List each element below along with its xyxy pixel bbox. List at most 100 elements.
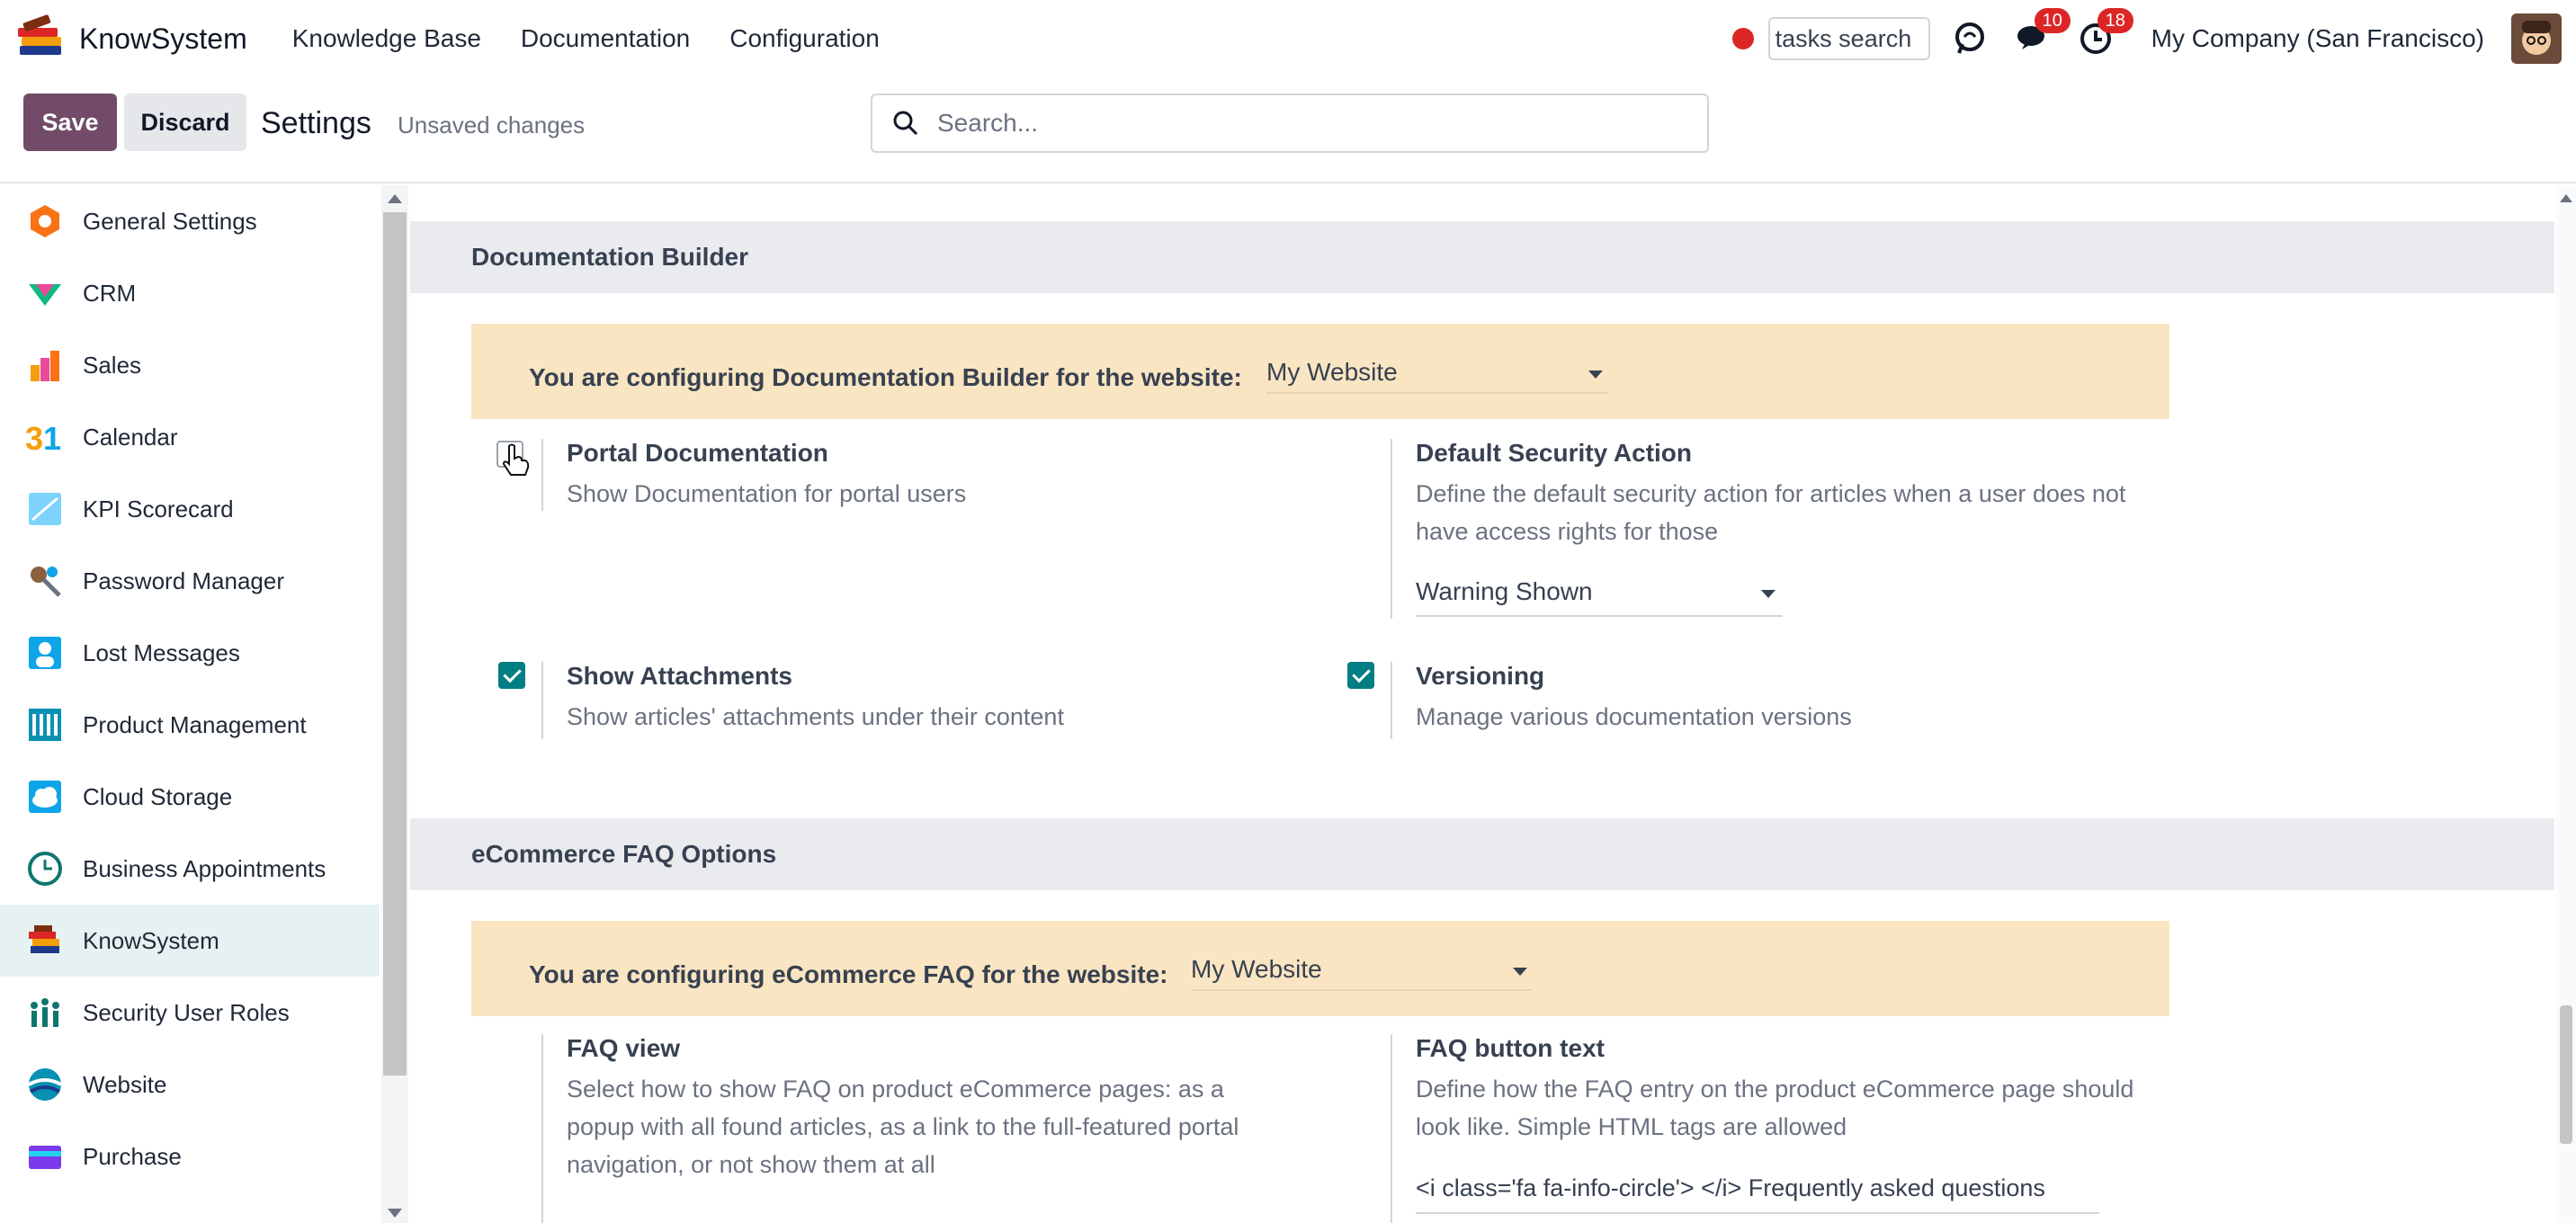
setting-versioning: Versioning Manage various documentation … — [1391, 662, 2164, 739]
menu-knowledge-base[interactable]: Knowledge Base — [292, 24, 481, 53]
setting-faq-view: FAQ view Select how to show FAQ on produ… — [541, 1034, 1288, 1223]
setting-title: Versioning — [1416, 662, 1545, 690]
faq-button-text-input[interactable]: <i class='fa fa-info-circle'> </i> Frequ… — [1416, 1174, 2099, 1214]
sidebar-item-general-settings[interactable]: General Settings — [0, 185, 380, 257]
knowsystem-logo-icon — [16, 13, 67, 64]
sidebar-item-product-management[interactable]: Product Management — [0, 689, 380, 761]
tasks-search-input[interactable] — [1767, 17, 1930, 60]
sidebar-item-label: Sales — [83, 351, 142, 379]
sidebar-item-label: KnowSystem — [83, 926, 219, 954]
recording-indicator-icon[interactable] — [1731, 28, 1754, 49]
setting-show-attachments: Show Attachments Show articles' attachme… — [541, 662, 1261, 739]
chevron-down-icon — [1513, 968, 1527, 976]
sidebar-scroll-thumb[interactable] — [383, 212, 407, 1076]
setting-title: Portal Documentation — [567, 439, 828, 467]
security-user-roles-icon — [25, 993, 65, 1032]
setting-divider — [541, 662, 543, 739]
sidebar-item-label: Business Appointments — [83, 854, 326, 882]
scroll-down-arrow-icon[interactable] — [388, 1209, 402, 1218]
section-ecommerce-faq: eCommerce FAQ Options — [410, 818, 2554, 890]
setting-divider — [541, 439, 543, 511]
sidebar-item-sales[interactable]: Sales — [0, 329, 380, 401]
brand[interactable]: KnowSystem — [16, 13, 273, 64]
password-manager-icon — [25, 561, 65, 601]
product-management-icon — [25, 705, 65, 745]
versioning-checkbox[interactable] — [1347, 662, 1374, 689]
calendar-icon: 31 — [25, 417, 65, 457]
setting-portal-documentation: Portal Documentation Show Documentation … — [541, 439, 1261, 511]
business-appointments-icon — [25, 849, 65, 888]
sidebar-item-label: General Settings — [83, 207, 257, 235]
sidebar-item-business-appointments[interactable]: Business Appointments — [0, 833, 380, 905]
sidebar-item-lost-messages[interactable]: Lost Messages — [0, 617, 380, 689]
sidebar-item-label: Cloud Storage — [83, 782, 233, 810]
website-select-value: My Website — [1191, 955, 1322, 983]
sidebar-item-label: Purchase — [83, 1142, 182, 1170]
purchase-icon — [25, 1137, 65, 1176]
website-select-value: My Website — [1266, 358, 1398, 386]
sidebar-item-kpi-scorecard[interactable]: KPI Scorecard — [0, 473, 380, 545]
sidebar-item-website[interactable]: Website — [0, 1049, 380, 1120]
settings-sidebar: General Settings CRM Sales 31 Calendar K… — [0, 185, 380, 1223]
faq-website-select[interactable]: My Website — [1191, 955, 1533, 991]
menu-documentation[interactable]: Documentation — [521, 24, 690, 53]
sidebar-item-password-manager[interactable]: Password Manager — [0, 545, 380, 617]
sidebar-item-label: Product Management — [83, 710, 307, 738]
content-scrollbar[interactable] — [2556, 185, 2576, 1223]
control-panel: Save Discard Settings Unsaved changes Se… — [0, 77, 2576, 183]
sidebar-item-label: Calendar — [83, 423, 178, 451]
sidebar-item-label: Security User Roles — [83, 998, 290, 1026]
setting-divider — [1391, 439, 1392, 619]
sidebar-item-label: Website — [83, 1070, 167, 1098]
sidebar-item-label: Lost Messages — [83, 638, 240, 666]
chevron-down-icon — [1761, 590, 1775, 598]
activities-clock-icon[interactable]: 18 — [2076, 8, 2133, 58]
sidebar-item-label: KPI Scorecard — [83, 495, 234, 522]
save-button[interactable]: Save — [23, 94, 117, 151]
setting-divider — [1391, 1034, 1392, 1223]
page-title: Settings — [261, 106, 371, 140]
sidebar-item-cloud-storage[interactable]: Cloud Storage — [0, 761, 380, 833]
discuss-bubble-icon[interactable] — [1950, 19, 1990, 58]
messages-icon[interactable]: 10 — [2013, 8, 2071, 58]
knowsystem-icon — [25, 921, 65, 960]
setting-description: Show articles' attachments under their c… — [567, 703, 1064, 730]
settings-content: Documentation Builder You are configurin… — [410, 185, 2554, 1223]
section-documentation-builder: Documentation Builder — [410, 221, 2554, 293]
section-title: Documentation Builder — [471, 243, 749, 271]
setting-description: Define how the FAQ entry on the product … — [1416, 1076, 2134, 1140]
messages-count-badge: 10 — [2034, 8, 2071, 33]
setting-title: Show Attachments — [567, 662, 792, 690]
hand-pointer-cursor-icon — [502, 443, 530, 476]
sidebar-item-crm[interactable]: CRM — [0, 257, 380, 329]
content-scroll-thumb[interactable] — [2560, 1005, 2572, 1144]
show-attachments-checkbox[interactable] — [498, 662, 525, 689]
doc-website-select[interactable]: My Website — [1266, 358, 1608, 394]
company-switcher[interactable]: My Company (San Francisco) — [2151, 24, 2484, 53]
kpi-scorecard-icon — [25, 489, 65, 529]
discard-button[interactable]: Discard — [124, 94, 246, 151]
setting-description: Manage various documentation versions — [1416, 703, 1852, 730]
select-value: Warning Shown — [1416, 577, 1593, 605]
search-placeholder: Search... — [937, 109, 1039, 137]
setting-description: Show Documentation for portal users — [567, 480, 967, 507]
crm-icon — [25, 273, 65, 313]
brand-name: KnowSystem — [79, 22, 247, 55]
top-navbar: KnowSystem Knowledge Base Documentation … — [0, 0, 2576, 77]
sidebar-item-security-user-roles[interactable]: Security User Roles — [0, 977, 380, 1049]
doc-website-config-bar: You are configuring Documentation Builde… — [471, 324, 2169, 419]
sidebar-item-calendar[interactable]: 31 Calendar — [0, 401, 380, 473]
user-avatar[interactable] — [2511, 13, 2562, 64]
chevron-down-icon — [1588, 370, 1603, 379]
scroll-up-arrow-icon[interactable] — [2560, 194, 2572, 202]
setting-title: FAQ button text — [1416, 1034, 1605, 1062]
website-config-label: You are configuring Documentation Builde… — [529, 363, 1242, 391]
sidebar-scrollbar[interactable] — [381, 185, 408, 1223]
search-icon — [893, 111, 918, 136]
default-security-action-select[interactable]: Warning Shown — [1416, 577, 1783, 617]
settings-search-input[interactable]: Search... — [871, 94, 1709, 153]
sidebar-item-knowsystem[interactable]: KnowSystem — [0, 905, 380, 977]
scroll-up-arrow-icon[interactable] — [388, 194, 402, 203]
sidebar-item-purchase[interactable]: Purchase — [0, 1120, 380, 1192]
menu-configuration[interactable]: Configuration — [729, 24, 880, 53]
